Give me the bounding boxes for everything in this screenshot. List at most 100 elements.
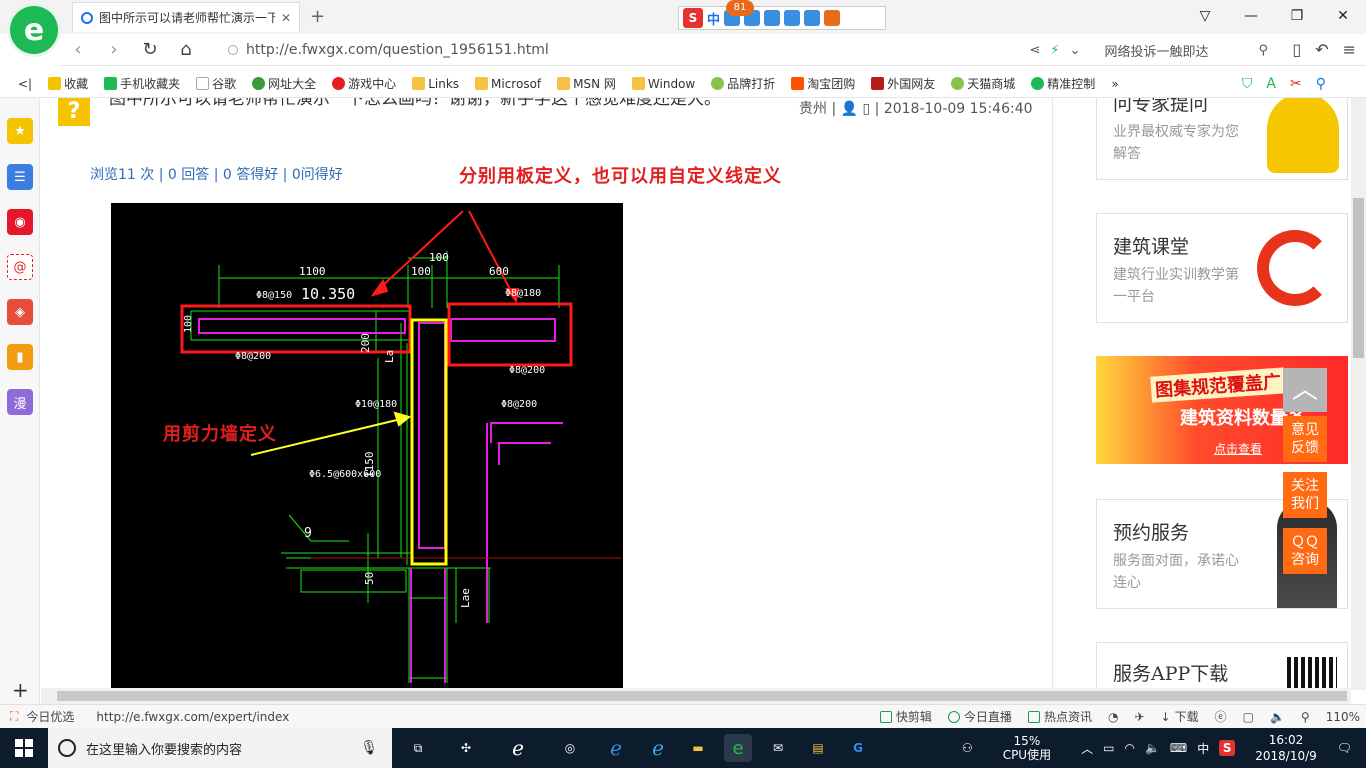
bookmark-brand[interactable]: 品牌打折 (705, 75, 781, 92)
bookmark-precise[interactable]: 精准控制 (1025, 75, 1101, 92)
keyboard-icon[interactable] (764, 10, 781, 26)
keyboard-tray-icon[interactable]: ⌨ (1170, 741, 1187, 755)
comic-icon[interactable]: 漫 (7, 389, 33, 415)
maximize-button[interactable]: ❐ (1274, 0, 1320, 32)
refresh-button[interactable]: ↻ (132, 39, 168, 60)
tray-up-icon[interactable]: ︿ (1081, 740, 1093, 757)
bookmark-windows[interactable]: Window (626, 77, 701, 91)
speed-icon[interactable]: ◔ (1108, 710, 1118, 724)
microphone-icon[interactable]: 🎙 (360, 740, 378, 756)
bookmark-mobile[interactable]: 手机收藏夹 (98, 75, 186, 92)
explorer-icon[interactable]: ▬ (684, 734, 712, 762)
app-swirl-icon[interactable]: ◎ (556, 734, 584, 762)
banner-cta[interactable]: 点击查看 (1214, 440, 1262, 457)
bolt-icon[interactable]: ⚡ (1050, 43, 1059, 58)
feedback-button[interactable]: 意见反馈 (1283, 416, 1327, 462)
favorites-icon[interactable]: ★ (7, 118, 33, 144)
quick-edit[interactable]: 快剪辑 (879, 708, 932, 725)
game-icon[interactable]: ◈ (7, 299, 33, 325)
bookmark-microsoft[interactable]: Microsof (469, 77, 547, 91)
edge-icon[interactable]: ℯ (602, 734, 630, 762)
today-picks[interactable]: 今日优选 (26, 708, 74, 725)
scissors-icon[interactable]: ✂ (1290, 76, 1302, 92)
add-panel-button[interactable]: + (12, 678, 29, 702)
vertical-scrollbar[interactable] (1351, 98, 1366, 690)
clock[interactable]: 16:02 2018/10/9 (1255, 732, 1317, 764)
bookmark-links[interactable]: Links (406, 77, 465, 91)
tab-active[interactable]: 图中所示可以请老师帮忙演示一下 ✕ (72, 2, 300, 32)
app-fan-icon[interactable]: ✣ (452, 734, 480, 762)
pin-icon[interactable]: ✈ (1134, 710, 1144, 724)
cpu-widget[interactable]: 15% CPU使用 (1003, 734, 1051, 762)
ie-mode-icon[interactable]: ⓔ (1215, 708, 1227, 725)
sogou-icon[interactable]: S (683, 8, 703, 28)
close-button[interactable]: ✕ (1320, 0, 1366, 32)
translate-icon[interactable]: A (1266, 76, 1276, 92)
skin-icon[interactable] (804, 10, 821, 26)
network-icon[interactable]: ▭ (1103, 741, 1114, 755)
share-icon[interactable]: ⋖ (1030, 43, 1041, 58)
bookmark-tmall[interactable]: 天猫商城 (945, 75, 1021, 92)
bookmarks-more[interactable]: » (1105, 77, 1124, 91)
weibo-icon[interactable]: ◉ (7, 209, 33, 235)
app-g-icon[interactable]: G (844, 734, 872, 762)
undo-icon[interactable]: ↶ (1315, 40, 1328, 59)
home-button[interactable]: ⌂ (168, 39, 204, 60)
live-today[interactable]: 今日直播 (947, 708, 1012, 725)
bookmark-google[interactable]: 谷歌 (190, 75, 242, 92)
bookmark-foreign[interactable]: 外国网友 (865, 75, 941, 92)
tools-icon[interactable] (824, 10, 841, 26)
sogou-tray-icon[interactable]: S (1219, 740, 1236, 756)
forward-button[interactable]: › (96, 39, 132, 60)
browser-logo-icon[interactable]: e (10, 6, 58, 54)
pin-icon[interactable]: ▽ (1182, 0, 1228, 32)
follow-us-button[interactable]: 关注我们 (1283, 472, 1327, 518)
bookmark-taobao[interactable]: 淘宝团购 (785, 75, 861, 92)
url-text[interactable]: http://e.fwxgx.com/question_1956151.html (246, 42, 549, 58)
hot-news[interactable]: 热点资讯 (1027, 708, 1092, 725)
window-icon[interactable]: ▢ (1243, 710, 1254, 724)
search-hint[interactable]: 网络投诉一触即达 (1104, 41, 1208, 60)
horizontal-scrollbar[interactable] (41, 688, 1351, 704)
search-icon[interactable]: ⚲ (1316, 76, 1326, 92)
bookmark-hao[interactable]: 网址大全 (246, 75, 322, 92)
apps-icon[interactable]: ☰ (7, 164, 33, 190)
qq-consult-button[interactable]: ＱＱ咨询 (1283, 528, 1327, 574)
notification-icon[interactable]: 🗨 (1337, 741, 1352, 755)
book-icon[interactable]: ▮ (7, 344, 33, 370)
volume-icon[interactable]: 🔈 (1145, 741, 1160, 755)
zoom-icon[interactable]: ⚲ (1301, 710, 1310, 724)
app-download-card[interactable]: 服务APP下载 (1096, 642, 1348, 688)
question-stats[interactable]: 浏览11 次 | 0 回答 | 0 答得好 | 0问得好 (90, 164, 343, 184)
new-tab-button[interactable]: + (310, 6, 325, 27)
ie-icon[interactable]: ℯ (644, 734, 672, 762)
shield-icon[interactable]: ⛉ (1242, 76, 1253, 92)
ime-toolbar[interactable]: S 中 (678, 6, 886, 30)
menu-icon[interactable]: ≡ (1343, 40, 1356, 59)
classroom-card[interactable]: 建筑课堂 建筑行业实训教学第一平台 (1096, 213, 1348, 323)
bookmark-favorites[interactable]: 收藏 (42, 75, 94, 92)
taskbar-search-placeholder[interactable]: 在这里输入你要搜索的内容 (86, 739, 242, 758)
downloads[interactable]: ↓ 下载 (1161, 708, 1199, 725)
ime-lang[interactable]: 中 (707, 9, 720, 28)
user-icon[interactable] (784, 10, 801, 26)
phone-icon[interactable]: ▯ (1292, 40, 1301, 59)
browser-360-icon[interactable]: e (724, 734, 752, 762)
people-icon[interactable]: ⚇ (962, 741, 973, 755)
back-to-top-button[interactable]: ︿ (1283, 368, 1327, 412)
wifi-icon[interactable]: ◠ (1124, 741, 1134, 755)
start-button[interactable] (0, 728, 48, 768)
tray-ime[interactable]: 中 (1197, 740, 1209, 757)
mail-icon[interactable]: @ (7, 254, 33, 280)
bookmark-games[interactable]: 游戏中心 (326, 75, 402, 92)
mail-app-icon[interactable]: ✉ (764, 734, 792, 762)
mute-icon[interactable]: 🔈 (1270, 710, 1285, 724)
taskbar-search[interactable]: 在这里输入你要搜索的内容 🎙 (48, 728, 392, 768)
address-bar[interactable]: http://e.fwxgx.com/question_1956151.html… (228, 37, 1268, 63)
gift-icon[interactable]: ⛶ (10, 709, 18, 724)
vertical-scroll-thumb[interactable] (1353, 198, 1364, 358)
search-icon[interactable]: ⚲ (1258, 43, 1268, 58)
tab-close-icon[interactable]: ✕ (281, 11, 291, 25)
bookmark-msn[interactable]: MSN 网 (551, 75, 622, 92)
minimize-button[interactable]: — (1228, 0, 1274, 32)
